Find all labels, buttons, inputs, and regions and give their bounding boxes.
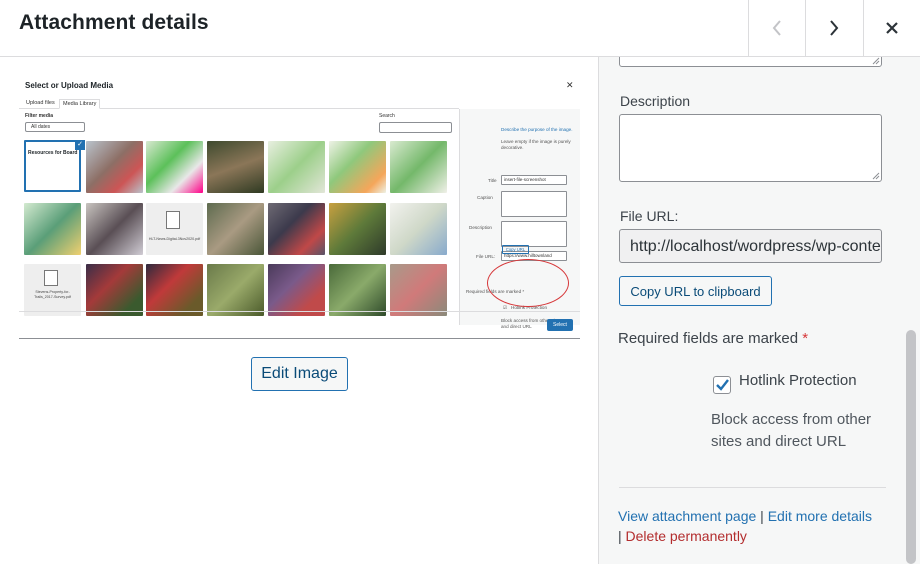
sidebar-scrollbar[interactable] [906,330,916,564]
preview-copy-url-button: Copy URL [502,245,529,254]
preview-thumb [390,264,447,316]
preview-thumb [207,264,264,316]
preview-thumb-pdf: Stevens-Property-for-Trails_2017-Survey.… [24,264,81,316]
edit-image-button[interactable]: Edit Image [251,357,348,391]
required-star: * [802,330,809,347]
preview-thumb-caption: Stevens-Property-for-Trails_2017-Survey.… [34,290,71,299]
resize-handle-icon [872,57,880,65]
chevron-left-icon [772,20,781,36]
checkmark-icon [716,379,729,391]
preview-search-label: Search [379,113,395,119]
preview-select-button: Select [547,319,573,331]
description-textarea[interactable] [619,114,882,182]
link-separator: | [618,528,622,544]
preview-thumb [329,203,386,255]
required-fields-note: Required fields are marked * [618,330,808,347]
link-separator: | [760,508,764,524]
document-icon [44,270,58,286]
next-button[interactable] [805,0,862,56]
preview-thumb [329,264,386,316]
preview-search-input [379,122,452,133]
preview-filter-select: All dates [25,122,85,132]
caption-textarea[interactable] [619,57,882,67]
hotlink-protection-checkbox[interactable] [713,376,731,394]
preview-title-input: insert-file-screenshot [501,175,567,185]
preview-caption-area [501,191,567,217]
attachment-image-preview: Select or Upload Media ✕ Upload files Me… [19,73,580,339]
preview-tab-library: Media Library [59,99,101,109]
close-icon [886,22,898,34]
description-label: Description [620,93,691,109]
preview-thumb-pdf: HLT-News-Digital-3Nov2020.pdf [146,203,203,255]
file-url-field[interactable]: http://localhost/wordpress/wp-content/up… [619,229,882,263]
preview-description-label: Description [469,225,492,230]
preview-thumb [146,264,203,316]
delete-permanently-link[interactable]: Delete permanently [626,528,747,544]
preview-thumb-caption: HLT-News-Digital-3Nov2020.pdf [148,237,201,241]
preview-thumb-selected: Resources for Board ✓ [24,140,85,192]
preview-thumb [207,203,264,255]
preview-thumb [268,203,325,255]
hotlink-protection-description: Block access from other sites and direct… [711,411,872,450]
preview-footer-divider [19,311,580,312]
check-icon: ✓ [75,140,85,150]
preview-thumb [268,264,325,316]
preview-thumb [86,203,143,255]
preview-thumb [86,141,143,193]
file-url-label: File URL: [620,208,679,224]
previous-button[interactable] [748,0,805,56]
preview-tabs: Upload files Media Library [19,97,459,109]
preview-fileurl-label: File URL: [476,254,496,259]
preview-thumb [146,141,203,193]
actions-divider [619,487,886,488]
preview-filter-label: Filter media [25,113,54,119]
page-title: Attachment details [19,11,209,34]
chevron-right-icon [830,20,839,36]
attachment-details-modal: Attachment details Select or Upload Medi… [0,0,920,564]
preview-tab-upload: Upload files [26,100,55,106]
preview-thumb-caption: Resources for Board [28,150,78,156]
preview-thumb [86,264,143,316]
hotlink-protection-label: Hotlink Protection [739,372,857,389]
preview-thumb [268,141,325,193]
edit-details-link[interactable]: Edit more details [768,508,872,524]
required-fields-text: Required fields are marked [618,330,799,347]
preview-description-area [501,221,567,247]
preview-describe-hint: Leave empty if the image is purely decor… [501,139,571,150]
preview-thumb [207,141,264,193]
view-attachment-link[interactable]: View attachment page [618,508,756,524]
preview-highlight-circle [487,259,569,307]
resize-handle-icon [872,172,880,180]
document-icon [166,211,180,229]
copy-url-button[interactable]: Copy URL to clipboard [619,276,772,306]
preview-thumb [24,203,81,255]
close-button[interactable] [863,0,920,56]
modal-header: Attachment details [0,0,920,57]
attachment-settings-sidebar: Description File URL: http://localhost/w… [598,57,920,564]
preview-modal-title: Select or Upload Media [25,81,114,90]
preview-thumb [390,203,447,255]
preview-thumb [329,141,386,193]
attachment-actions: View attachment page | Edit more details… [618,506,898,546]
preview-title-label: Title [488,178,497,183]
preview-caption-label: Caption [477,195,493,200]
preview-thumb [390,141,447,193]
preview-describe-link: Describe the purpose of the image. [501,127,573,132]
preview-close-icon: ✕ [566,80,574,90]
attachment-media-view: Select or Upload Media ✕ Upload files Me… [0,57,598,564]
